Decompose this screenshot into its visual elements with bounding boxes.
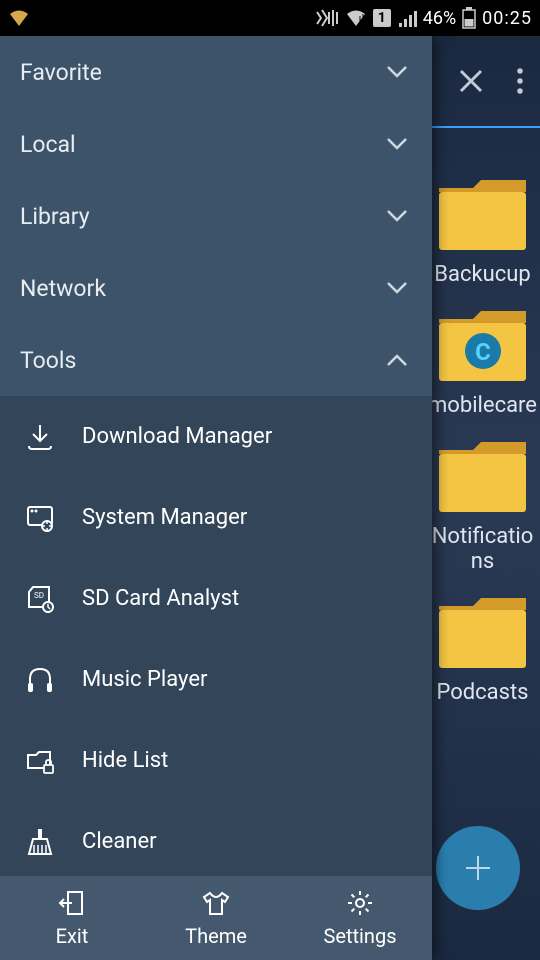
vibrate-icon [315,9,339,27]
download-icon [25,422,55,452]
chevron-down-icon [386,65,408,79]
battery-percentage: 46% [423,8,456,29]
folder-icon [435,176,530,254]
status-clock: 00:25 [482,8,532,29]
folder-icon [435,594,530,672]
signal-icon [397,9,417,27]
folder-lock-icon [25,746,55,776]
folder-label: Backucup [434,262,530,287]
folder-mobilecare[interactable]: C mobilecare [425,307,540,418]
sd-card-icon: SD [25,584,55,614]
folder-backucup[interactable]: Backucup [425,176,540,287]
drawer-bottom-bar: Exit Theme Settings [0,876,432,960]
section-library[interactable]: Library [0,180,432,252]
svg-text:SD: SD [34,591,44,600]
section-favorite[interactable]: Favorite [0,36,432,108]
battery-icon [462,7,476,29]
plus-icon [460,850,496,886]
chevron-down-icon [386,137,408,151]
item-label: Music Player [82,667,207,692]
folder-podcasts[interactable]: Podcasts [425,594,540,705]
navigation-drawer: Favorite Local Library Network Tools [0,36,432,960]
status-right: 1 46% 00:25 [315,7,532,29]
item-sd-card-analyst[interactable]: SD SD Card Analyst [0,558,432,639]
section-label: Tools [20,347,76,374]
system-manager-icon [25,503,55,533]
item-music-player[interactable]: Music Player [0,639,432,720]
item-label: System Manager [82,505,247,530]
folder-label: Notifications [428,524,538,574]
item-system-manager[interactable]: System Manager [0,477,432,558]
item-label: Download Manager [82,424,272,449]
settings-button[interactable]: Settings [288,876,432,960]
section-label: Favorite [20,59,102,86]
item-label: Hide List [82,748,168,773]
close-x-icon[interactable] [456,66,486,96]
chevron-down-icon [386,281,408,295]
chevron-down-icon [386,209,408,223]
more-vert-icon[interactable] [516,66,524,96]
folder-label: mobilecare [428,393,537,418]
folder-notifications[interactable]: Notifications [425,438,540,574]
section-label: Network [20,275,106,302]
section-local[interactable]: Local [0,108,432,180]
section-network[interactable]: Network [0,252,432,324]
item-label: SD Card Analyst [82,586,239,611]
section-label: Local [20,131,76,158]
status-left [8,9,30,27]
button-label: Settings [323,924,396,948]
broom-icon [25,827,55,857]
item-download-manager[interactable]: Download Manager [0,396,432,477]
chevron-up-icon [386,353,408,367]
theme-button[interactable]: Theme [144,876,288,960]
section-tools[interactable]: Tools [0,324,432,396]
folder-icon [435,438,530,516]
item-cleaner[interactable]: Cleaner [0,801,432,876]
button-label: Theme [185,924,247,948]
exit-icon [58,889,86,917]
tools-submenu: Download Manager System Manager SD SD Ca… [0,396,432,876]
exit-button[interactable]: Exit [0,876,144,960]
wifi-alert-icon [8,9,30,27]
folder-icon: C [435,307,530,385]
wifi-icon [345,9,367,27]
sim-indicator: 1 [373,9,391,27]
item-label: Cleaner [82,829,157,854]
headphones-icon [25,665,55,695]
section-label: Library [20,203,90,230]
fab-add-button[interactable] [436,826,520,910]
button-label: Exit [56,924,89,948]
gear-icon [346,889,374,917]
status-bar: 1 46% 00:25 [0,0,540,36]
svg-text:C: C [475,338,491,366]
item-hide-list[interactable]: Hide List [0,720,432,801]
tshirt-icon [202,889,230,917]
folder-label: Podcasts [436,680,528,705]
